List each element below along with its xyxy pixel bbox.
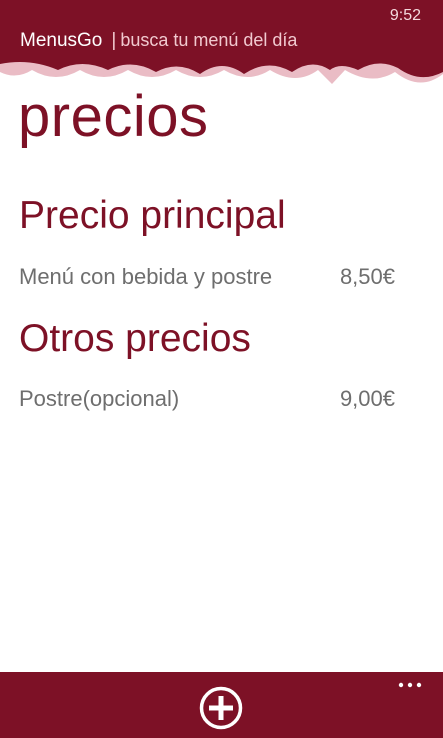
section-heading-other-prices: Otros precios: [19, 317, 251, 360]
price-item-value: 9,00€: [339, 386, 395, 411]
price-row: Menú con bebida y postre 8,50€: [19, 264, 395, 290]
title-separator: |: [111, 30, 117, 51]
plus-circle-icon: [199, 686, 243, 730]
application-bar: [0, 672, 443, 738]
price-row: Postre(opcional) 9,00€: [19, 386, 395, 412]
app-header: 9:52 MenusGo | busca tu menú del día: [0, 0, 443, 90]
more-options-button[interactable]: [395, 676, 425, 692]
price-item-value: 8,50€: [339, 264, 395, 289]
ellipsis-icon: [398, 682, 422, 688]
price-item-name: Postre(opcional): [19, 386, 180, 411]
price-item-name: Menú con bebida y postre: [19, 264, 273, 289]
page-title: precios: [18, 84, 209, 149]
app-tagline: busca tu menú del día: [120, 30, 298, 50]
app-title-bar: MenusGo | busca tu menú del día: [20, 30, 297, 52]
app-name: MenusGo: [20, 30, 103, 51]
add-button[interactable]: [199, 686, 243, 730]
status-time: 9:52: [389, 7, 421, 24]
section-heading-main-price: Precio principal: [19, 194, 286, 237]
